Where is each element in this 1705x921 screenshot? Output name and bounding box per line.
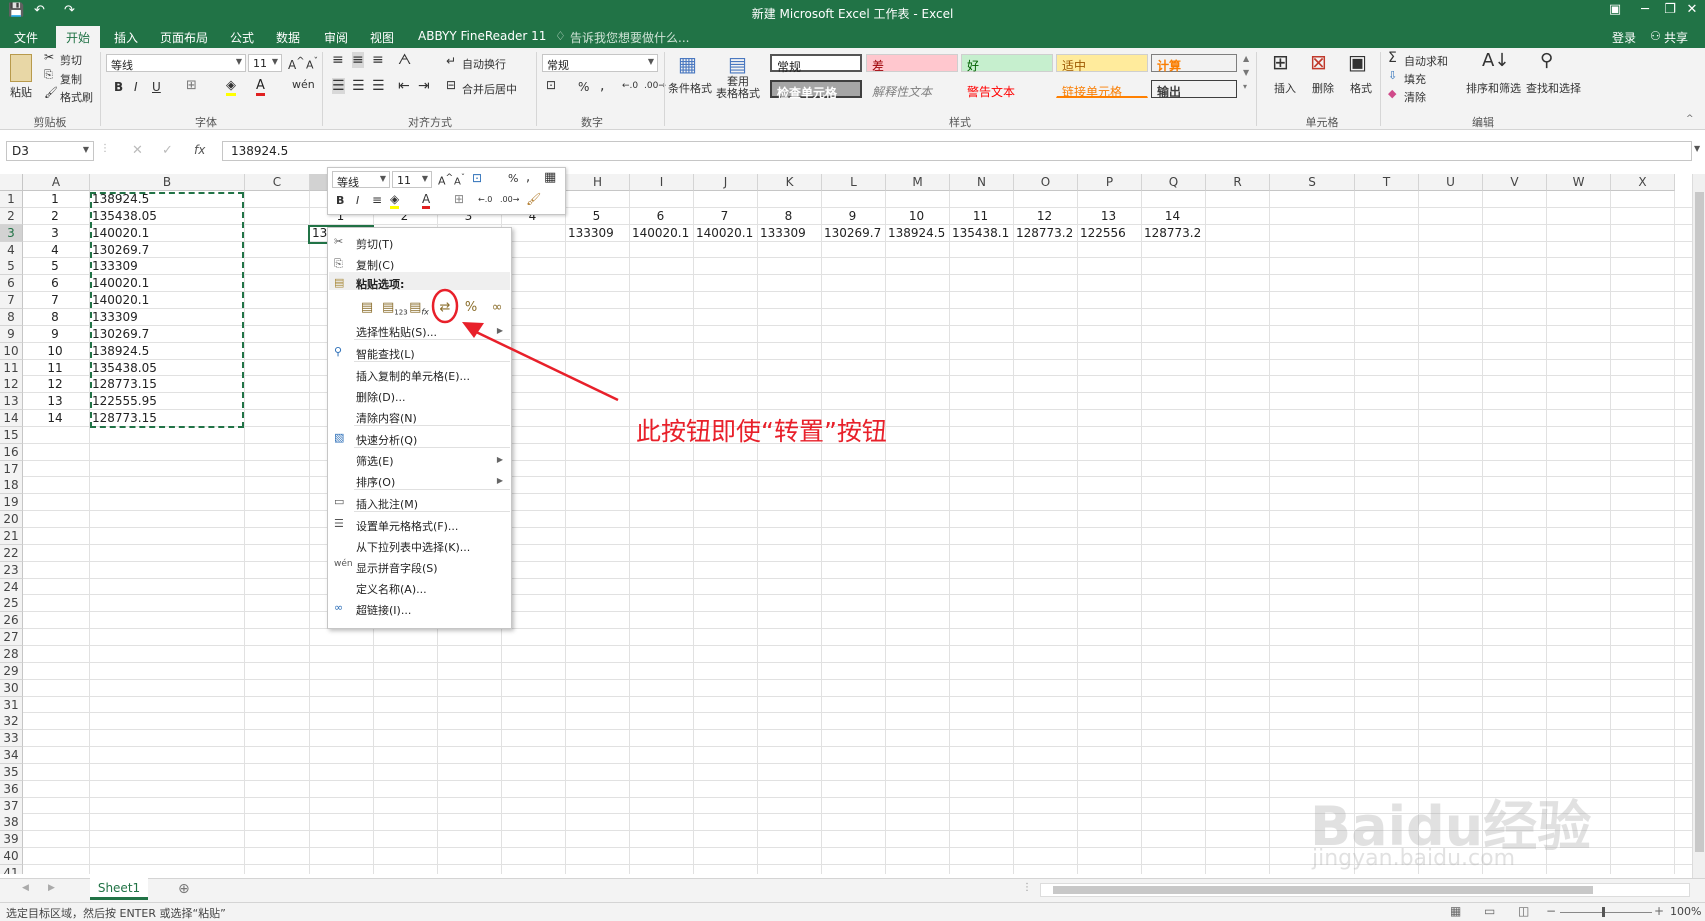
page-layout-view-icon[interactable]: ▭ <box>1484 904 1495 918</box>
sheet-tab-sheet1[interactable]: Sheet1 <box>90 878 148 900</box>
zoom-slider-thumb[interactable] <box>1602 907 1605 917</box>
status-bar: 选定目标区域，然后按 ENTER 或选择“粘贴” ▦ ▭ ◫ − + 100% <box>0 902 1705 921</box>
split-handle-icon[interactable]: ⋮ <box>1022 882 1032 893</box>
annotation-text: 此按钮即使“转置”按钮 <box>636 417 887 446</box>
zoom-slider[interactable] <box>1560 912 1652 913</box>
horizontal-scroll-thumb[interactable] <box>1053 886 1593 894</box>
vertical-scroll-thumb[interactable] <box>1695 192 1704 852</box>
annotation-arrow-head <box>462 322 484 338</box>
watermark-url: jingyan.baidu.com <box>1312 846 1516 871</box>
prev-sheet-icon[interactable]: ◀ <box>22 883 29 893</box>
vertical-scrollbar[interactable] <box>1692 174 1705 878</box>
next-sheet-icon[interactable]: ▶ <box>48 883 55 893</box>
page-break-view-icon[interactable]: ◫ <box>1518 904 1529 918</box>
normal-view-icon[interactable]: ▦ <box>1450 904 1461 918</box>
zoom-out-button[interactable]: − <box>1546 904 1556 918</box>
annotation-arrow-line <box>471 328 619 402</box>
horizontal-scrollbar[interactable] <box>1040 883 1690 897</box>
add-sheet-button[interactable]: ⊕ <box>178 881 190 897</box>
zoom-in-button[interactable]: + <box>1654 904 1664 918</box>
status-message: 选定目标区域，然后按 ENTER 或选择“粘贴” <box>6 907 226 920</box>
sheet-tab-bar: ◀ ▶ Sheet1 ⊕ ⋮ <box>0 878 1705 902</box>
zoom-level[interactable]: 100% <box>1670 905 1701 918</box>
annotation-circle <box>431 288 459 324</box>
